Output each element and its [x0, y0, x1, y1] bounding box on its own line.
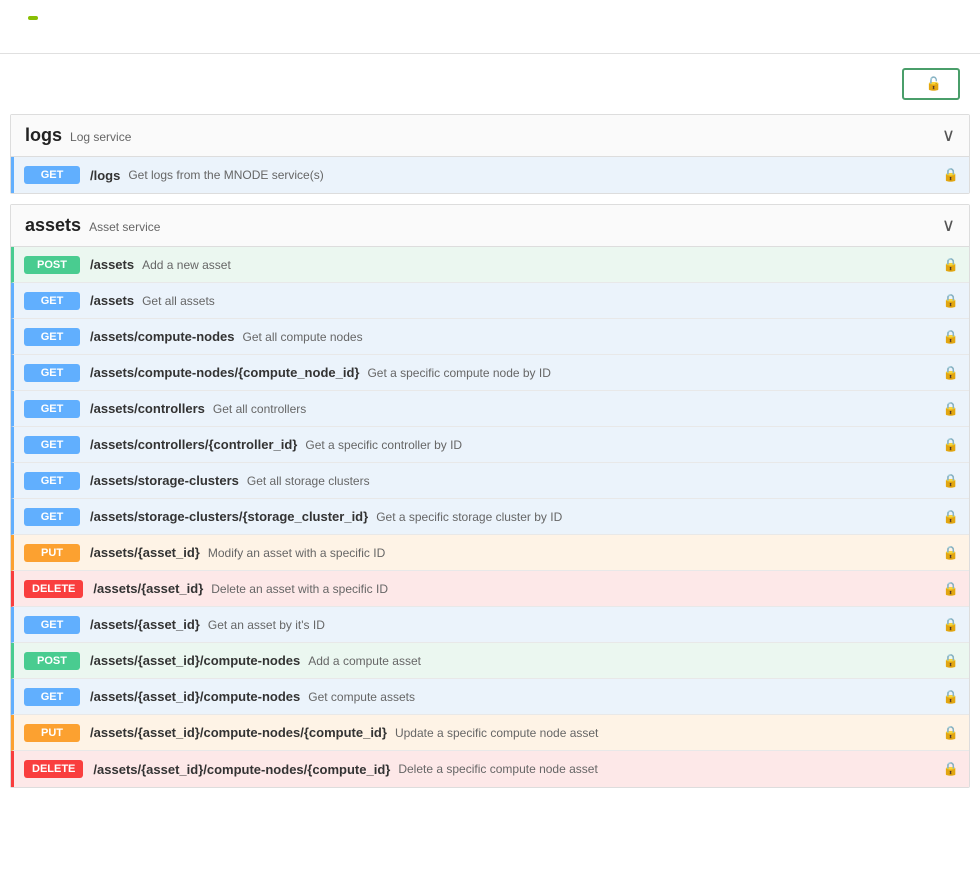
- endpoint-summary: Get a specific controller by ID: [305, 438, 942, 452]
- method-badge-get: GET: [24, 364, 80, 382]
- endpoint-row[interactable]: GET/assets/storage-clusters Get all stora…: [11, 463, 969, 499]
- method-badge-put: PUT: [24, 724, 80, 742]
- endpoint-path: /assets/controllers: [90, 401, 205, 416]
- endpoint-lock-icon: 🔒: [943, 329, 959, 345]
- endpoint-row[interactable]: GET/assets/{asset_id} Get an asset by it'…: [11, 607, 969, 643]
- method-badge-get: GET: [24, 616, 80, 634]
- method-badge-get: GET: [24, 688, 80, 706]
- endpoint-row[interactable]: GET/logs Get logs from the MNODE service(…: [11, 157, 969, 193]
- endpoint-summary: Get compute assets: [308, 690, 943, 704]
- endpoint-row[interactable]: PUT/assets/{asset_id}/compute-nodes/{com…: [11, 715, 969, 751]
- endpoint-summary: Get all storage clusters: [247, 474, 943, 488]
- endpoint-row[interactable]: GET/assets/storage-clusters/{storage_clu…: [11, 499, 969, 535]
- endpoint-summary: Get a specific compute node by ID: [367, 366, 942, 380]
- endpoint-lock-icon: 🔒: [943, 365, 959, 381]
- endpoint-lock-icon: 🔒: [943, 167, 959, 183]
- method-badge-get: GET: [24, 166, 80, 184]
- method-badge-get: GET: [24, 436, 80, 454]
- endpoint-lock-icon: 🔒: [943, 545, 959, 561]
- endpoint-path: /assets: [90, 257, 134, 272]
- endpoint-row[interactable]: DELETE/assets/{asset_id}/compute-nodes/{…: [11, 751, 969, 787]
- endpoint-summary: Get logs from the MNODE service(s): [128, 168, 942, 182]
- endpoint-row[interactable]: POST/assets/{asset_id}/compute-nodes Add …: [11, 643, 969, 679]
- endpoint-summary: Get all compute nodes: [243, 330, 943, 344]
- endpoint-lock-icon: 🔒: [943, 617, 959, 633]
- base-url: [20, 23, 960, 35]
- section-chevron-assets: ∨: [942, 215, 955, 236]
- method-badge-get: GET: [24, 400, 80, 418]
- endpoint-summary: Get all assets: [142, 294, 943, 308]
- section-header-assets[interactable]: assets Asset service ∨: [11, 205, 969, 247]
- section-title-assets: assets Asset service: [25, 215, 160, 236]
- endpoint-summary: Get all controllers: [213, 402, 943, 416]
- endpoint-summary: Get an asset by it's ID: [208, 618, 943, 632]
- endpoint-row[interactable]: GET/assets/controllers/{controller_id} Ge…: [11, 427, 969, 463]
- endpoint-lock-icon: 🔒: [943, 581, 959, 597]
- endpoint-row[interactable]: POST/assets Add a new asset🔒: [11, 247, 969, 283]
- endpoint-row[interactable]: PUT/assets/{asset_id} Modify an asset wit…: [11, 535, 969, 571]
- endpoint-summary: Update a specific compute node asset: [395, 726, 943, 740]
- endpoint-summary: Get a specific storage cluster by ID: [376, 510, 943, 524]
- section-logs: logs Log service ∨ GET/logs Get logs from…: [10, 114, 970, 194]
- endpoint-summary: Delete a specific compute node asset: [398, 762, 942, 776]
- endpoint-path: /assets/{asset_id}/compute-nodes: [90, 653, 300, 668]
- endpoint-lock-icon: 🔒: [943, 761, 959, 777]
- endpoint-path: /assets/{asset_id}/compute-nodes/{comput…: [90, 725, 387, 740]
- endpoint-path: /assets/{asset_id}: [93, 581, 203, 596]
- endpoint-lock-icon: 🔒: [943, 689, 959, 705]
- section-title-logs: logs Log service: [25, 125, 131, 146]
- section-name-assets: assets: [25, 215, 81, 236]
- endpoint-path: /assets: [90, 293, 134, 308]
- endpoint-lock-icon: 🔒: [943, 257, 959, 273]
- authorize-lock-icon: 🔓: [926, 76, 942, 92]
- endpoint-path: /assets/{asset_id}/compute-nodes: [90, 689, 300, 704]
- endpoint-row[interactable]: DELETE/assets/{asset_id} Delete an asset …: [11, 571, 969, 607]
- method-badge-delete: DELETE: [24, 580, 83, 598]
- authorize-button[interactable]: 🔓: [902, 68, 960, 100]
- endpoint-path: /assets/controllers/{controller_id}: [90, 437, 297, 452]
- endpoint-row[interactable]: GET/assets/compute-nodes/{compute_node_i…: [11, 355, 969, 391]
- authorize-bar: 🔓: [0, 54, 980, 114]
- method-badge-get: GET: [24, 328, 80, 346]
- method-badge-post: POST: [24, 256, 80, 274]
- endpoint-summary: Modify an asset with a specific ID: [208, 546, 943, 560]
- endpoint-path: /assets/{asset_id}/compute-nodes/{comput…: [93, 762, 390, 777]
- section-desc-assets: Asset service: [89, 220, 160, 234]
- endpoint-summary: Add a compute asset: [308, 654, 943, 668]
- endpoint-row[interactable]: GET/assets/compute-nodes Get all compute …: [11, 319, 969, 355]
- section-name-logs: logs: [25, 125, 62, 146]
- method-badge-delete: DELETE: [24, 760, 83, 778]
- endpoint-lock-icon: 🔒: [943, 653, 959, 669]
- section-assets: assets Asset service ∨ POST/assets Add a …: [10, 204, 970, 788]
- endpoint-lock-icon: 🔒: [943, 293, 959, 309]
- endpoint-row[interactable]: GET/assets/{asset_id}/compute-nodes Get c…: [11, 679, 969, 715]
- endpoint-summary: Add a new asset: [142, 258, 943, 272]
- page-header: [0, 0, 980, 54]
- endpoint-path: /assets/{asset_id}: [90, 617, 200, 632]
- endpoint-path: /logs: [90, 168, 120, 183]
- endpoint-path: /assets/compute-nodes/{compute_node_id}: [90, 365, 359, 380]
- endpoint-lock-icon: 🔒: [943, 473, 959, 489]
- sections-container: logs Log service ∨ GET/logs Get logs from…: [0, 114, 980, 788]
- endpoint-summary: Delete an asset with a specific ID: [211, 582, 943, 596]
- method-badge-post: POST: [24, 652, 80, 670]
- method-badge-get: GET: [24, 472, 80, 490]
- endpoint-row[interactable]: GET/assets Get all assets🔒: [11, 283, 969, 319]
- method-badge-get: GET: [24, 508, 80, 526]
- endpoint-path: /assets/{asset_id}: [90, 545, 200, 560]
- endpoint-lock-icon: 🔒: [943, 401, 959, 417]
- version-badge: [28, 16, 38, 20]
- endpoint-lock-icon: 🔒: [943, 725, 959, 741]
- endpoint-path: /assets/compute-nodes: [90, 329, 235, 344]
- endpoint-lock-icon: 🔒: [943, 509, 959, 525]
- section-desc-logs: Log service: [70, 130, 131, 144]
- section-header-logs[interactable]: logs Log service ∨: [11, 115, 969, 157]
- endpoint-row[interactable]: GET/assets/controllers Get all controller…: [11, 391, 969, 427]
- endpoint-path: /assets/storage-clusters: [90, 473, 239, 488]
- section-chevron-logs: ∨: [942, 125, 955, 146]
- method-badge-get: GET: [24, 292, 80, 310]
- method-badge-put: PUT: [24, 544, 80, 562]
- endpoint-lock-icon: 🔒: [943, 437, 959, 453]
- endpoint-path: /assets/storage-clusters/{storage_cluste…: [90, 509, 368, 524]
